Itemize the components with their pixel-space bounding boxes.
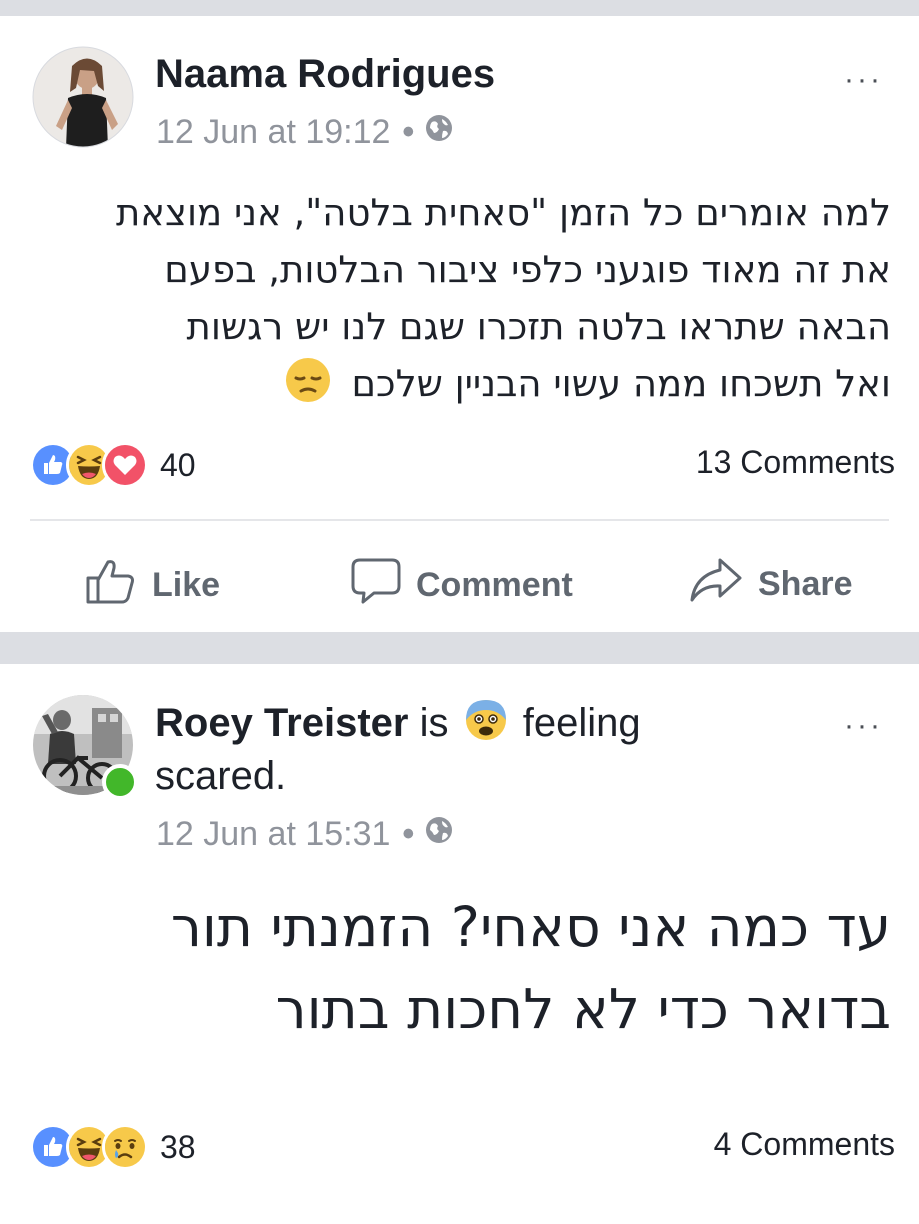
author-name[interactable]: Naama Rodrigues [155,50,495,98]
avatar[interactable] [32,46,134,148]
author-line: Roey Treister is feeling [155,698,641,753]
post-body-line-last: ואל תשכחו ממה עשוי הבניין שלכם [30,355,891,420]
speech-bubble-icon [350,556,416,615]
comments-count[interactable]: 13 Comments [696,444,895,481]
post-body: למה אומרים כל הזמן "סאחית בלטה", אני מוצ… [30,184,891,420]
post-body-line: הבאה שתראו בלטה תזכרו שגם לנו יש רגשות [186,305,891,348]
reactions-summary[interactable]: 40 [30,442,196,488]
thumbs-up-icon [84,556,152,615]
online-status-indicator [102,764,138,800]
share-button[interactable]: Share [688,556,853,613]
post-meta: 12 Jun at 19:12 • [156,112,454,152]
reaction-count: 38 [160,1128,196,1165]
avatar[interactable] [32,694,138,800]
love-icon [102,442,148,488]
disappointed-face-icon [284,356,332,420]
timestamp[interactable]: 12 Jun at 15:31 [156,814,390,854]
share-label: Share [758,565,853,603]
reaction-count: 40 [160,446,196,483]
post-body: עד כמה אני סאחי? הזמנתי תור בדואר כדי לא… [30,886,891,1050]
comment-label: Comment [416,566,573,604]
timestamp[interactable]: 12 Jun at 19:12 [156,112,390,152]
post-meta: 12 Jun at 15:31 • [156,814,454,854]
globe-icon [424,814,454,854]
meta-separator: • [402,815,415,853]
comment-button[interactable]: Comment [350,556,573,615]
post-body-line: בדואר כדי לא לחכות בתור [275,977,891,1041]
feeling-text[interactable]: feeling [523,701,641,745]
post-body-line: ואל תשכחו ממה עשוי הבניין שלכם [351,362,891,405]
fearful-face-icon [464,698,508,753]
like-button[interactable]: Like [84,556,220,615]
divider [30,519,889,521]
comments-count[interactable]: 4 Comments [714,1126,895,1163]
post-body-line: למה אומרים כל הזמן "סאחית בלטה", אני מוצ… [115,191,891,234]
sad-icon [102,1124,148,1170]
author-name[interactable]: Roey Treister [155,701,408,745]
reactions-summary[interactable]: 38 [30,1124,196,1170]
share-arrow-icon [688,556,758,613]
post-body-line: את זה מאוד פוגעני כלפי ציבור הבלטות, בפע… [164,248,891,291]
feeling-text-continued[interactable]: scared. [155,752,286,800]
feeling-prefix: is [419,701,449,745]
like-label: Like [152,566,221,604]
more-options-button[interactable]: ··· [844,65,883,95]
post-card: Roey Treister is feeling scared. 12 Jun … [0,664,919,1224]
more-options-button[interactable]: ··· [844,711,883,741]
post-card: Naama Rodrigues 12 Jun at 19:12 • ··· למ… [0,16,919,632]
meta-separator: • [402,113,415,151]
globe-icon [424,112,454,152]
post-body-line: עד כמה אני סאחי? הזמנתי תור [170,895,891,959]
